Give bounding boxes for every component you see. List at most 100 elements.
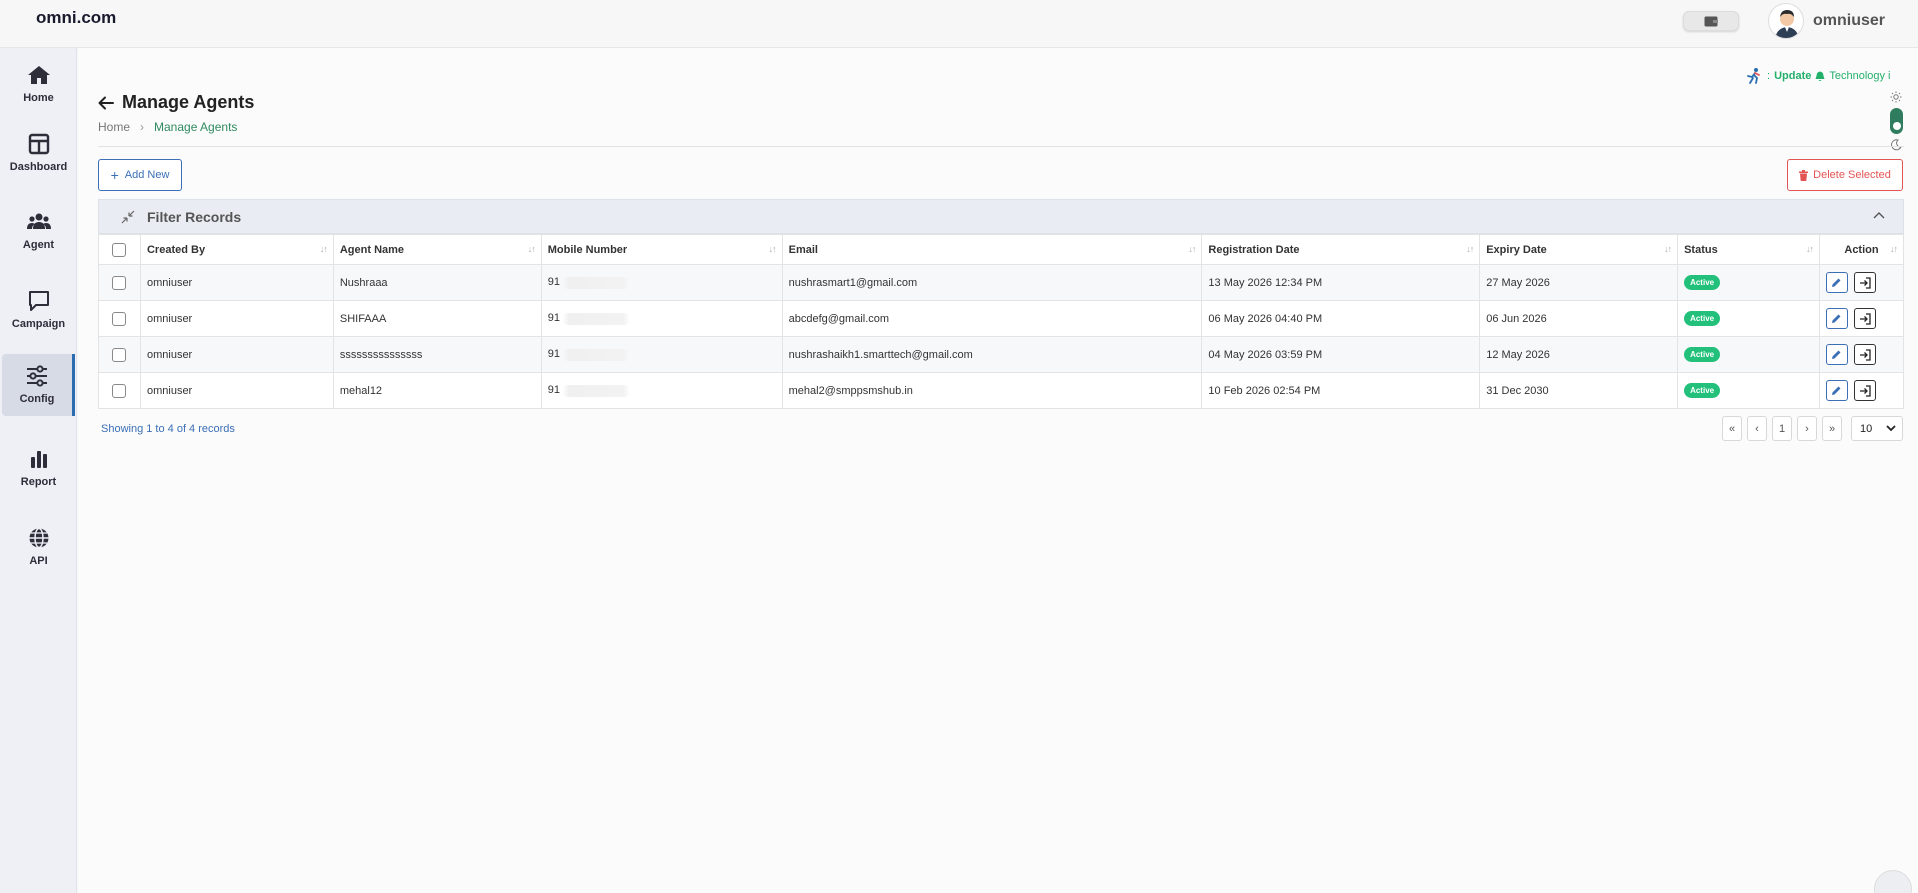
sidebar-item-agent[interactable]: Agent <box>2 201 75 261</box>
sidebar-item-api[interactable]: API <box>2 517 75 577</box>
breadcrumb-home[interactable]: Home <box>98 120 130 134</box>
status-badge: Active <box>1684 311 1721 326</box>
records-summary: Showing 1 to 4 of 4 records <box>101 423 235 435</box>
cell-expiry-date: 27 May 2026 <box>1479 264 1679 301</box>
next-page-button[interactable]: › <box>1797 416 1817 441</box>
theme-switch[interactable] <box>1889 108 1903 134</box>
pencil-icon <box>1832 386 1841 395</box>
table-row: omniuser mehal12 91 mehal2@smppsmshub.in… <box>98 372 1905 409</box>
sidebar-item-campaign[interactable]: Campaign <box>2 280 75 340</box>
users-icon <box>26 213 51 229</box>
bell-icon <box>1815 71 1825 81</box>
cell-expiry-date: 31 Dec 2030 <box>1479 372 1679 409</box>
back-arrow-icon[interactable] <box>98 96 114 110</box>
row-checkbox[interactable] <box>112 275 127 290</box>
cell-email: nushrashaikh1.smarttech@gmail.com <box>781 336 1203 373</box>
add-new-button[interactable]: + Add New <box>98 159 182 191</box>
filter-title: Filter Records <box>147 208 242 225</box>
user-avatar[interactable] <box>1768 3 1804 39</box>
masked-number <box>562 348 630 361</box>
login-as-button[interactable] <box>1853 272 1876 293</box>
column-header-created-by[interactable]: Created By ↓↑ <box>139 234 334 265</box>
sort-icon: ↓↑ <box>527 244 536 254</box>
first-page-button[interactable]: « <box>1722 416 1742 441</box>
row-checkbox[interactable] <box>112 383 127 398</box>
sidebar-item-label: Agent <box>22 239 55 251</box>
sidebar-item-dashboard[interactable]: Dashboard <box>2 123 75 183</box>
sort-icon: ↓↑ <box>319 244 328 254</box>
row-select-cell <box>98 372 141 409</box>
prev-page-button[interactable]: ‹ <box>1747 416 1767 441</box>
sidebar-item-label: Report <box>20 476 57 488</box>
filter-records-bar[interactable]: Filter Records <box>98 199 1904 234</box>
sort-icon: ↓↑ <box>768 244 777 254</box>
column-label: Expiry Date <box>1486 243 1547 256</box>
column-header-agent-name[interactable]: Agent Name ↓↑ <box>332 234 542 265</box>
cell-created-by: omniuser <box>139 372 334 409</box>
mobile-prefix: 91 <box>547 276 560 289</box>
breadcrumb-separator: › <box>140 120 145 134</box>
page-size-select[interactable]: 10 <box>1851 416 1903 441</box>
select-all-cell <box>98 234 141 265</box>
cell-mobile: 91 <box>540 300 783 337</box>
brand-logo[interactable]: omni.com <box>36 8 116 28</box>
sun-icon <box>1890 91 1902 103</box>
row-checkbox[interactable] <box>112 311 127 326</box>
mobile-prefix: 91 <box>547 312 560 325</box>
login-as-button[interactable] <box>1853 344 1876 365</box>
column-header-registration-date[interactable]: Registration Date ↓↑ <box>1201 234 1481 265</box>
column-header-action[interactable]: Action ↓↑ <box>1818 234 1905 265</box>
column-header-mobile-number[interactable]: Mobile Number ↓↑ <box>540 234 783 265</box>
sign-in-icon <box>1859 276 1871 289</box>
chevron-down-icon <box>1886 425 1896 432</box>
pencil-icon <box>1832 278 1841 287</box>
edit-button[interactable] <box>1825 272 1848 293</box>
running-person-icon <box>1747 68 1760 84</box>
sign-in-icon <box>1859 348 1871 361</box>
login-as-button[interactable] <box>1853 308 1876 329</box>
pencil-icon <box>1832 314 1841 323</box>
table-header-row: Created By ↓↑ Agent Name ↓↑ Mobile Number ↓… <box>98 234 1905 265</box>
column-header-email[interactable]: Email ↓↑ <box>781 234 1203 265</box>
pagination: « ‹ 1 › » <box>1722 416 1842 441</box>
page-title: Manage Agents <box>98 92 254 113</box>
edit-button[interactable] <box>1825 344 1848 365</box>
edit-button[interactable] <box>1825 308 1848 329</box>
wallet-button[interactable] <box>1683 11 1739 31</box>
main-content <box>78 48 1918 893</box>
last-page-button[interactable]: » <box>1822 416 1842 441</box>
sidebar-item-config[interactable]: Config <box>2 354 75 416</box>
sidebar-item-home[interactable]: Home <box>2 54 75 114</box>
cell-email: nushrasmart1@gmail.com <box>781 264 1203 301</box>
column-header-expiry-date[interactable]: Expiry Date ↓↑ <box>1479 234 1679 265</box>
cell-created-by: omniuser <box>139 264 334 301</box>
update-label: Update <box>1774 70 1812 82</box>
table-row: omniuser sssssssssssssss 91 nushrashaikh… <box>98 336 1905 373</box>
edit-button[interactable] <box>1825 380 1848 401</box>
sidebar-item-label: API <box>29 555 48 567</box>
cell-actions <box>1818 372 1905 409</box>
theme-toggle[interactable] <box>1884 91 1908 151</box>
select-all-checkbox[interactable] <box>112 242 127 257</box>
row-checkbox[interactable] <box>112 347 127 362</box>
chevron-up-icon[interactable] <box>1873 211 1885 219</box>
cell-agent-name: SHIFAAA <box>332 300 542 337</box>
masked-number <box>562 312 630 325</box>
delete-selected-button[interactable]: Delete Selected <box>1787 159 1903 191</box>
sort-icon: ↓↑ <box>1188 244 1196 254</box>
sidebar-item-report[interactable]: Report <box>2 438 75 498</box>
row-select-cell <box>98 336 141 373</box>
login-as-button[interactable] <box>1853 380 1876 401</box>
username[interactable]: omniuser <box>1813 12 1885 30</box>
column-label: Registration Date <box>1208 243 1300 256</box>
cell-status: Active <box>1677 264 1820 301</box>
globe-icon <box>29 527 48 549</box>
top-bar: omni.com omniuser <box>0 0 1918 48</box>
update-ticker[interactable]: : Update Technology i <box>1745 67 1891 85</box>
column-header-status[interactable]: Status ↓↑ <box>1677 234 1820 265</box>
sliders-icon <box>27 365 47 387</box>
page-number-button[interactable]: 1 <box>1772 416 1792 441</box>
add-new-label: Add New <box>124 169 170 181</box>
mobile-prefix: 91 <box>547 348 560 361</box>
cell-registration-date: 10 Feb 2026 02:54 PM <box>1201 372 1481 409</box>
